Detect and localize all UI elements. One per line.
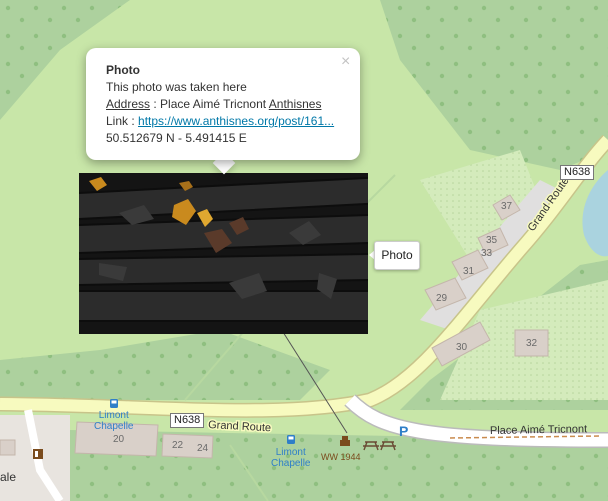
address-town-link[interactable]: Anthisnes bbox=[269, 97, 322, 111]
route-shield-n638-top: N638 bbox=[560, 165, 595, 180]
route-shield-n638-bottom: N638 bbox=[170, 413, 205, 428]
road-label-place: Place Aimé Tricnont bbox=[490, 423, 587, 437]
popup-title: Photo bbox=[106, 63, 140, 77]
house-number: 30 bbox=[456, 342, 468, 353]
close-icon[interactable]: × bbox=[341, 53, 350, 71]
house-number: 24 bbox=[197, 443, 209, 454]
house-number: 20 bbox=[113, 434, 125, 445]
memorial-label: WW 1944 bbox=[321, 452, 361, 462]
house-number: 33 bbox=[481, 248, 493, 259]
svg-text:P: P bbox=[399, 423, 408, 439]
edge-label: ale bbox=[0, 470, 17, 484]
popup-content: Photo This photo was taken here Address … bbox=[106, 62, 334, 147]
house-number: 37 bbox=[501, 201, 513, 212]
photo-thumbnail[interactable] bbox=[79, 173, 368, 334]
house-number: 32 bbox=[526, 338, 538, 349]
house-number: 29 bbox=[436, 293, 448, 304]
parking-icon[interactable]: P bbox=[399, 423, 408, 439]
house-number: 22 bbox=[172, 440, 184, 451]
address-label: Address bbox=[106, 97, 151, 111]
bus-stop-icon[interactable] bbox=[110, 399, 118, 408]
bus-stop-label[interactable]: Limont Chapelle bbox=[271, 447, 310, 469]
marker-tooltip[interactable]: Photo bbox=[374, 241, 420, 270]
photo-link[interactable]: https://www.anthisnes.org/post/161... bbox=[138, 114, 334, 128]
house-number: 35 bbox=[486, 235, 498, 246]
popup-address: Address : Place Aimé Tricnont Anthisnes bbox=[106, 96, 334, 113]
popup-link-row: Link : https://www.anthisnes.org/post/16… bbox=[106, 113, 334, 130]
shop-icon[interactable] bbox=[33, 449, 43, 459]
bus-stop-label[interactable]: Limont Chapelle bbox=[94, 410, 133, 432]
link-label: Link : bbox=[106, 114, 139, 128]
popup-description: This photo was taken here bbox=[106, 80, 247, 94]
photo-popup[interactable]: × Photo This photo was taken here Addres… bbox=[86, 48, 360, 160]
popup-coords: 50.512679 N - 5.491415 E bbox=[106, 131, 247, 145]
house-number: 31 bbox=[463, 266, 475, 277]
bus-stop-icon[interactable] bbox=[287, 435, 295, 444]
address-value: : Place Aimé Tricnont bbox=[150, 97, 269, 111]
photo-image bbox=[79, 173, 368, 334]
